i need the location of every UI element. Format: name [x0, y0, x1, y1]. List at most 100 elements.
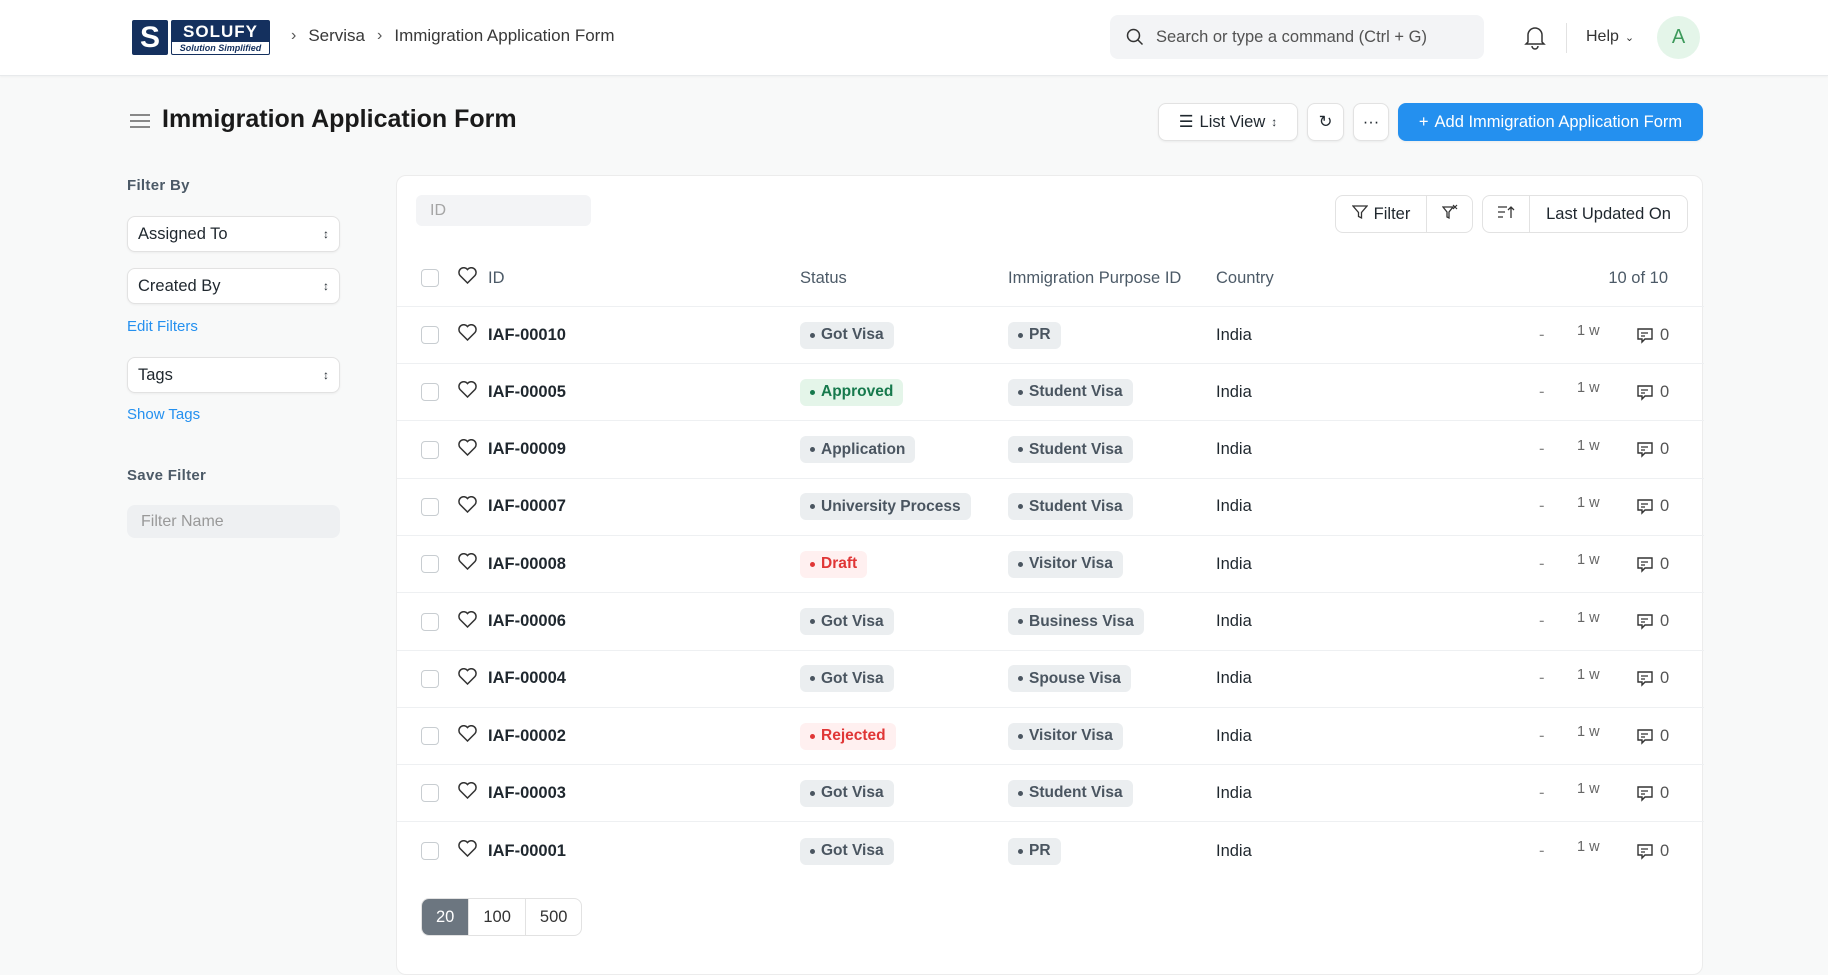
assigned-to-filter[interactable]: Assigned To ↕ [127, 216, 340, 252]
record-id[interactable]: IAF-00004 [488, 669, 566, 688]
table-row[interactable]: IAF-00009 Application Student Visa India… [397, 422, 1704, 479]
heart-icon[interactable] [458, 840, 477, 862]
row-checkbox[interactable] [421, 612, 439, 631]
row-checkbox[interactable] [421, 326, 439, 344]
heart-icon[interactable] [458, 667, 477, 690]
purpose-badge[interactable]: PR [1008, 321, 1061, 349]
clear-filter-button[interactable] [1426, 196, 1472, 232]
purpose-badge[interactable]: Student Visa [1008, 436, 1133, 464]
status-badge[interactable]: Got Visa [800, 837, 894, 865]
status-badge[interactable]: Got Visa [800, 608, 894, 635]
modified-time: 1 w [1577, 494, 1600, 511]
heart-icon[interactable] [458, 438, 477, 461]
row-checkbox[interactable] [421, 727, 439, 746]
created-by-filter[interactable]: Created By ↕ [127, 268, 340, 304]
heart-icon[interactable] [458, 495, 477, 518]
heart-icon[interactable] [458, 381, 477, 403]
avatar[interactable]: A [1657, 16, 1700, 59]
filter-button[interactable]: Filter [1336, 196, 1426, 232]
more-button[interactable]: ··· [1353, 103, 1389, 141]
heart-icon[interactable] [458, 725, 477, 747]
id-filter-input[interactable]: ID [416, 195, 591, 226]
page-size-20[interactable]: 20 [422, 899, 469, 935]
record-id[interactable]: IAF-00008 [488, 555, 566, 574]
sort-by-button[interactable]: Last Updated On [1529, 196, 1687, 232]
record-id[interactable]: IAF-00009 [488, 440, 566, 459]
table-row[interactable]: IAF-00003 Got Visa Student Visa India - … [397, 765, 1704, 823]
record-id[interactable]: IAF-00002 [488, 727, 566, 746]
tags-filter[interactable]: Tags ↕ [127, 357, 340, 393]
table-row[interactable]: IAF-00006 Got Visa Business Visa India -… [397, 594, 1704, 651]
purpose-badge[interactable]: Student Visa [1008, 378, 1133, 406]
table-row[interactable]: IAF-00005 Approved Student Visa India - … [397, 364, 1704, 422]
record-id[interactable]: IAF-00007 [488, 497, 566, 516]
table-row[interactable]: IAF-00004 Got Visa Spouse Visa India - 1… [397, 651, 1704, 708]
comment-count[interactable]: 0 [1636, 440, 1669, 459]
record-id[interactable]: IAF-00001 [488, 842, 566, 861]
table-row[interactable]: IAF-00007 University Process Student Vis… [397, 479, 1704, 536]
status-badge[interactable]: Application [800, 436, 916, 464]
page-size-100[interactable]: 100 [468, 899, 525, 935]
purpose-badge[interactable]: Student Visa [1008, 493, 1133, 521]
comment-count[interactable]: 0 [1636, 497, 1669, 516]
comment-count[interactable]: 0 [1636, 612, 1669, 631]
show-tags-link[interactable]: Show Tags [127, 406, 200, 423]
sort-order-button[interactable] [1483, 196, 1529, 232]
purpose-badge[interactable]: Visitor Visa [1008, 550, 1123, 578]
heart-icon[interactable] [458, 782, 477, 804]
record-id[interactable]: IAF-00006 [488, 612, 566, 631]
refresh-button[interactable]: ↻ [1307, 103, 1344, 141]
status-badge[interactable]: Got Visa [800, 665, 894, 693]
status-badge[interactable]: Got Visa [800, 779, 894, 807]
record-id[interactable]: IAF-00010 [488, 326, 566, 345]
heart-icon[interactable] [458, 267, 477, 289]
assigned-cell: - [1539, 783, 1545, 802]
purpose-badge[interactable]: Spouse Visa [1008, 665, 1131, 693]
search-input[interactable]: Search or type a command (Ctrl + G) [1110, 15, 1484, 59]
purpose-badge[interactable]: Visitor Visa [1008, 722, 1123, 750]
row-checkbox[interactable] [421, 497, 439, 516]
status-badge[interactable]: Rejected [800, 722, 896, 750]
solufy-logo[interactable]: S SOLUFY Solution Simplified [132, 20, 270, 55]
table-row[interactable]: IAF-00010 Got Visa PR India - 1 w 0 [397, 307, 1704, 364]
heart-icon[interactable] [458, 324, 477, 346]
comment-count[interactable]: 0 [1636, 555, 1669, 574]
status-badge[interactable]: Draft [800, 550, 868, 578]
table-row[interactable]: IAF-00008 Draft Visitor Visa India - 1 w… [397, 536, 1704, 594]
comment-count[interactable]: 0 [1636, 727, 1669, 746]
status-badge[interactable]: University Process [800, 493, 971, 521]
comment-count[interactable]: 0 [1636, 669, 1669, 688]
table-row[interactable]: IAF-00002 Rejected Visitor Visa India - … [397, 708, 1704, 766]
comment-count[interactable]: 0 [1636, 842, 1669, 861]
edit-filters-link[interactable]: Edit Filters [127, 318, 198, 335]
table-row[interactable]: IAF-00001 Got Visa PR India - 1 w 0 [397, 823, 1704, 880]
heart-icon[interactable] [458, 553, 477, 575]
comment-count[interactable]: 0 [1636, 326, 1669, 345]
row-checkbox[interactable] [421, 784, 439, 803]
purpose-badge[interactable]: Business Visa [1008, 608, 1144, 635]
breadcrumb-current[interactable]: Immigration Application Form [394, 26, 614, 46]
select-all-checkbox[interactable] [421, 269, 439, 287]
add-button[interactable]: + Add Immigration Application Form [1398, 103, 1703, 141]
notification-bell-icon[interactable] [1524, 24, 1546, 55]
heart-icon[interactable] [458, 610, 477, 633]
row-checkbox[interactable] [421, 383, 439, 402]
status-badge[interactable]: Got Visa [800, 321, 894, 349]
record-id[interactable]: IAF-00005 [488, 383, 566, 402]
row-checkbox[interactable] [421, 842, 439, 861]
purpose-badge[interactable]: PR [1008, 837, 1061, 865]
breadcrumb-servisa[interactable]: Servisa [308, 26, 365, 46]
comment-count[interactable]: 0 [1636, 383, 1669, 402]
row-checkbox[interactable] [421, 669, 439, 688]
row-checkbox[interactable] [421, 555, 439, 574]
help-dropdown[interactable]: Help ⌄ [1586, 28, 1634, 46]
comment-count[interactable]: 0 [1636, 784, 1669, 803]
page-size-500[interactable]: 500 [524, 899, 582, 935]
list-view-selector[interactable]: ☰ List View ↕ [1158, 103, 1298, 141]
row-checkbox[interactable] [421, 440, 439, 459]
purpose-badge[interactable]: Student Visa [1008, 779, 1133, 807]
sidebar-toggle-icon[interactable] [130, 113, 150, 134]
filter-name-input[interactable]: Filter Name [127, 505, 340, 538]
status-badge[interactable]: Approved [800, 378, 904, 406]
record-id[interactable]: IAF-00003 [488, 784, 566, 803]
